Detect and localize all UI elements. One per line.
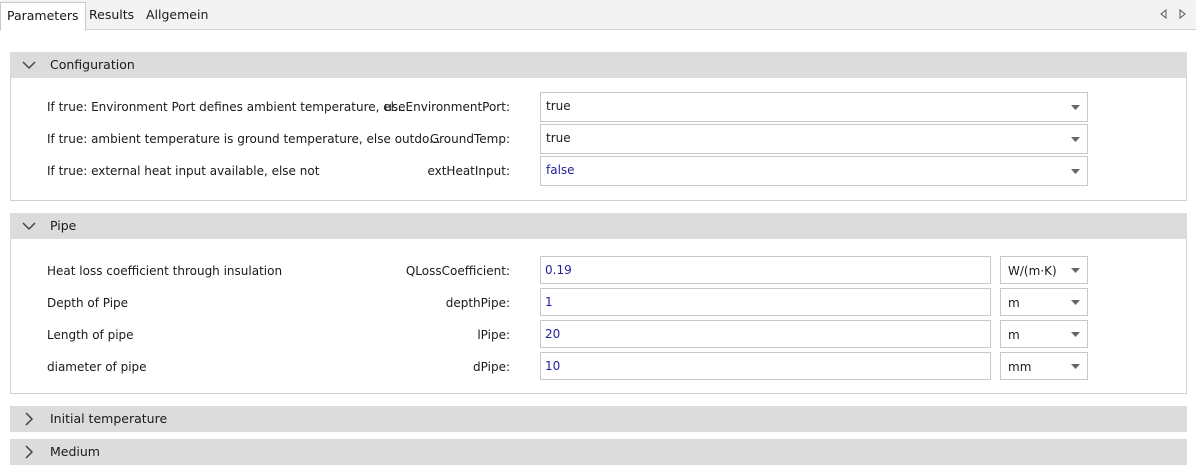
param-description: Length of pipe (47, 328, 134, 342)
param-name: extHeatInput: (427, 164, 510, 178)
tab-parameters[interactable]: Parameters (0, 2, 86, 31)
section-title: Configuration (50, 57, 135, 72)
param-description: diameter of pipe (47, 360, 147, 374)
param-row: Heat loss coefficient through insulation… (11, 256, 1186, 286)
chevron-down-icon (22, 61, 36, 70)
section-header-pipe[interactable]: Pipe (10, 213, 1187, 239)
caret-down-icon (1071, 137, 1080, 142)
param-name: dPipe: (473, 360, 510, 374)
caret-down-icon (1071, 332, 1080, 337)
section-body-configuration: If true: Environment Port defines ambien… (10, 78, 1187, 201)
section-body-pipe: Heat loss coefficient through insulation… (10, 239, 1187, 394)
input-value: 20 (545, 327, 561, 341)
length-pipe-input[interactable]: 20 (540, 320, 991, 348)
caret-down-icon (1071, 105, 1080, 110)
chevron-right-icon (25, 412, 34, 426)
param-description: If true: ambient temperature is ground t… (47, 132, 441, 146)
select-value: false (546, 163, 575, 177)
tab-allgemein[interactable]: Allgemein (140, 2, 214, 30)
tab-bar: Parameters Results Allgemein (0, 0, 1196, 31)
caret-down-icon (1071, 268, 1080, 273)
input-value: 1 (545, 295, 553, 309)
param-row: Depth of Pipe depthPipe: 1 m (11, 288, 1186, 318)
param-row: If true: ambient temperature is ground t… (11, 124, 1186, 154)
ext-heat-input-select[interactable]: false (540, 156, 1088, 186)
use-environment-port-select[interactable]: true (540, 92, 1088, 122)
section-header-initial-temperature[interactable]: Initial temperature (10, 406, 1187, 432)
length-pipe-unit-select[interactable]: m (1000, 320, 1088, 348)
param-name: lPipe: (477, 328, 510, 342)
input-value: 10 (545, 359, 561, 373)
ground-temp-select[interactable]: true (540, 124, 1088, 154)
chevron-right-icon (25, 445, 34, 459)
param-name: useEnvironmentPort: (384, 100, 510, 114)
caret-down-icon (1071, 364, 1080, 369)
chevron-down-icon (22, 222, 36, 231)
param-row: diameter of pipe dPipe: 10 mm (11, 352, 1186, 382)
unit-value: mm (1008, 360, 1032, 374)
param-description: If true: Environment Port defines ambien… (47, 100, 406, 114)
unit-value: W/(m·K) (1008, 264, 1057, 278)
diameter-pipe-input[interactable]: 10 (540, 352, 991, 380)
section-header-configuration[interactable]: Configuration (10, 52, 1187, 78)
depth-pipe-unit-select[interactable]: m (1000, 288, 1088, 316)
param-row: If true: Environment Port defines ambien… (11, 92, 1186, 122)
param-name: depthPipe: (445, 296, 510, 310)
param-description: If true: external heat input available, … (47, 164, 320, 178)
section-title: Pipe (50, 218, 77, 233)
param-name: QLossCoefficient: (405, 264, 510, 278)
section-title: Medium (50, 444, 100, 459)
tab-scroll-left-icon[interactable] (1158, 8, 1168, 20)
param-row: Length of pipe lPipe: 20 m (11, 320, 1186, 350)
tab-scroll-right-icon[interactable] (1178, 8, 1188, 20)
unit-value: m (1008, 296, 1020, 310)
param-description: Depth of Pipe (47, 296, 129, 310)
select-value: true (546, 99, 571, 113)
diameter-pipe-unit-select[interactable]: mm (1000, 352, 1088, 380)
tab-scroll-arrows (1158, 8, 1188, 20)
qloss-coefficient-unit-select[interactable]: W/(m·K) (1000, 256, 1088, 284)
depth-pipe-input[interactable]: 1 (540, 288, 991, 316)
tab-results[interactable]: Results (83, 2, 140, 30)
param-name: GroundTemp: (429, 132, 510, 146)
select-value: true (546, 131, 571, 145)
unit-value: m (1008, 328, 1020, 342)
section-header-medium[interactable]: Medium (10, 439, 1187, 465)
section-title: Initial temperature (50, 411, 168, 426)
param-row: If true: external heat input available, … (11, 156, 1186, 186)
caret-down-icon (1071, 169, 1080, 174)
param-description: Heat loss coefficient through insulation (47, 264, 283, 278)
qloss-coefficient-input[interactable]: 0.19 (540, 256, 991, 284)
input-value: 0.19 (545, 263, 572, 277)
caret-down-icon (1071, 300, 1080, 305)
